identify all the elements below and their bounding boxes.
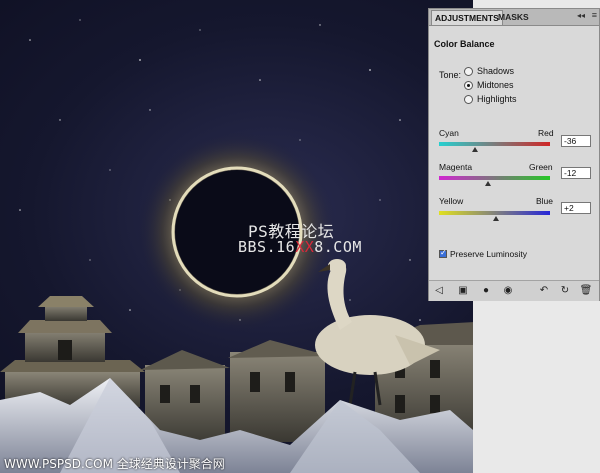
- slider-label-red: Red: [538, 128, 554, 138]
- radio-icon[interactable]: [464, 80, 473, 90]
- panel-bottom-toolbar: ◁ ▣ ● ◉ ↶ ↻ 🗑: [429, 280, 599, 301]
- clip-layer-icon[interactable]: ●: [479, 284, 493, 297]
- tab-masks[interactable]: MASKS: [495, 10, 532, 24]
- cyan-red-value-field[interactable]: -36: [561, 135, 591, 147]
- adjustments-panel: ADJUSTMENTS MASKS ◂◂ ≡ Color Balance Ton…: [428, 8, 600, 301]
- tone-option-midtones[interactable]: Midtones: [464, 79, 514, 91]
- watermark-url: BBS.16XX8.COM: [238, 238, 362, 256]
- tone-option-shadows[interactable]: Shadows: [464, 65, 514, 77]
- trash-icon[interactable]: 🗑: [579, 284, 593, 297]
- visibility-eye-icon[interactable]: ◉: [501, 284, 515, 297]
- reset-icon[interactable]: ↻: [558, 284, 572, 297]
- slider-label-cyan: Cyan: [439, 128, 459, 138]
- back-arrow-icon[interactable]: ◁: [432, 284, 446, 297]
- watermark-url-red: XX: [295, 238, 315, 256]
- footer-watermark: WWW.PSPSD.COM 全球经典设计聚合网: [4, 457, 225, 471]
- panel-menu-icon[interactable]: ≡: [592, 10, 597, 20]
- tone-option-label: Highlights: [477, 94, 517, 104]
- slider-label-blue: Blue: [536, 196, 554, 206]
- radio-icon[interactable]: [464, 94, 473, 104]
- panel-title: Color Balance: [434, 39, 495, 49]
- radio-icon[interactable]: [464, 66, 473, 76]
- tone-option-label: Midtones: [477, 80, 514, 90]
- cyan-red-slider-track[interactable]: [439, 142, 550, 146]
- panel-tab-bar: ADJUSTMENTS MASKS ◂◂ ≡: [429, 9, 599, 26]
- yellow-blue-value-field[interactable]: +2: [561, 202, 591, 214]
- preserve-luminosity-label: Preserve Luminosity: [450, 249, 528, 259]
- checkbox-icon[interactable]: [439, 248, 447, 258]
- previous-state-icon[interactable]: ↶: [537, 284, 551, 297]
- watermark-url-part1: BBS.16: [238, 238, 296, 256]
- slider-label-yellow: Yellow: [439, 196, 464, 206]
- slider-label-magenta: Magenta: [439, 162, 473, 172]
- magenta-green-slider-track[interactable]: [439, 176, 550, 180]
- slider-label-green: Green: [529, 162, 553, 172]
- collapse-icon[interactable]: ◂◂: [577, 11, 585, 20]
- preserve-luminosity-option[interactable]: Preserve Luminosity: [439, 248, 528, 259]
- tone-option-highlights[interactable]: Highlights: [464, 93, 517, 105]
- watermark-url-part2: 8.COM: [314, 238, 362, 256]
- yellow-blue-slider-track[interactable]: [439, 211, 550, 215]
- tone-option-label: Shadows: [477, 66, 515, 76]
- yellow-blue-slider-thumb[interactable]: [492, 216, 499, 221]
- cyan-red-slider-thumb[interactable]: [471, 147, 478, 152]
- magenta-green-value-field[interactable]: -12: [561, 167, 591, 179]
- view-toggle-icon[interactable]: ▣: [456, 284, 470, 297]
- tone-label: Tone:: [439, 70, 462, 80]
- tab-adjustments[interactable]: ADJUSTMENTS: [431, 10, 503, 25]
- magenta-green-slider-thumb[interactable]: [484, 181, 491, 186]
